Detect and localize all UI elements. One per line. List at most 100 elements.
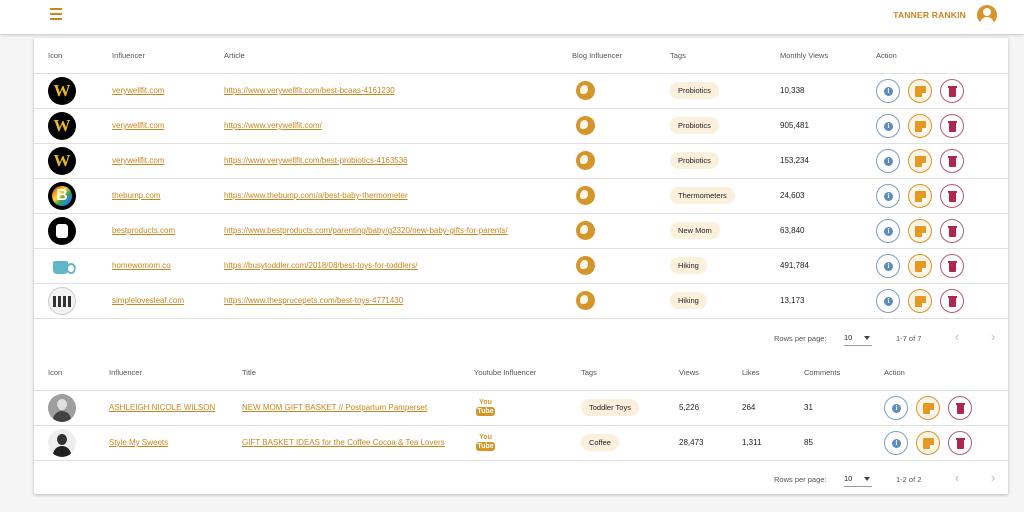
edit-icon[interactable] — [916, 395, 940, 420]
influencer-link[interactable]: verywellfit.com — [112, 86, 164, 95]
monthly-views: 13,173 — [780, 296, 805, 305]
youtube-logo-icon[interactable]: You Tube — [476, 434, 495, 451]
info-icon[interactable] — [876, 183, 900, 208]
info-icon[interactable] — [876, 113, 900, 138]
delete-icon[interactable] — [940, 288, 964, 313]
influencer-link[interactable]: Style My Sweets — [109, 438, 168, 447]
column-header-action: Action — [870, 355, 1008, 391]
influencer-card: Icon Influencer Article Blog Influencer … — [34, 38, 1008, 494]
edit-icon[interactable] — [908, 288, 932, 313]
table-row: bestproducts.com https://www.bestproduct… — [34, 213, 1008, 249]
influencer-avatar — [48, 251, 76, 280]
table-row: thebump.com https://www.thebump.com/a/be… — [34, 178, 1008, 214]
edit-icon[interactable] — [908, 183, 932, 208]
globe-icon[interactable] — [576, 221, 595, 240]
table-row: verywellfit.com https://www.verywellfit.… — [34, 108, 1008, 144]
info-icon[interactable] — [876, 78, 900, 103]
globe-icon[interactable] — [576, 186, 595, 205]
delete-icon[interactable] — [940, 113, 964, 138]
views: 28,473 — [679, 438, 704, 447]
edit-icon[interactable] — [908, 113, 932, 138]
globe-icon[interactable] — [576, 291, 595, 310]
table-header-row: Icon Influencer Title Youtube Influencer… — [34, 355, 1008, 391]
rows-per-page-select[interactable]: 10 — [844, 471, 872, 487]
info-icon[interactable] — [884, 395, 908, 420]
article-link[interactable]: https://www.verywellfit.com/ — [224, 121, 322, 130]
info-icon[interactable] — [876, 253, 900, 278]
monthly-views: 153,234 — [780, 156, 809, 165]
column-header-influencer: Influencer — [95, 355, 228, 391]
edit-icon[interactable] — [908, 78, 932, 103]
column-header-tags: Tags — [567, 355, 665, 391]
video-title-link[interactable]: GIFT BASKET IDEAS for the Coffee Cocoa &… — [242, 438, 445, 447]
influencer-link[interactable]: verywellfit.com — [112, 121, 164, 130]
influencer-link[interactable]: thebump.com — [112, 191, 160, 200]
influencer-link[interactable]: bestproducts.com — [112, 226, 175, 235]
comments: 85 — [804, 438, 813, 447]
info-icon[interactable] — [876, 218, 900, 243]
column-header-blog-influencer: Blog Influencer — [558, 38, 656, 74]
youtube-logo-icon[interactable]: You Tube — [476, 399, 495, 416]
tag-chip: Probiotics — [670, 152, 719, 169]
rows-per-page-value: 10 — [844, 474, 853, 483]
edit-icon[interactable] — [908, 253, 932, 278]
delete-icon[interactable] — [940, 253, 964, 278]
influencer-link[interactable]: verywellfit.com — [112, 156, 164, 165]
delete-icon[interactable] — [940, 183, 964, 208]
chevron-right-icon[interactable]: › — [986, 330, 1000, 344]
dropdown-arrow-icon — [864, 336, 870, 340]
chevron-left-icon[interactable]: ‹ — [950, 471, 964, 485]
globe-icon[interactable] — [576, 151, 595, 170]
column-header-comments: Comments — [790, 355, 870, 391]
article-link[interactable]: https://www.thesprucepets.com/best-toys-… — [224, 296, 403, 305]
user-name[interactable]: TANNER RANKIN — [893, 10, 966, 20]
chevron-left-icon[interactable]: ‹ — [950, 330, 964, 344]
edit-icon[interactable] — [916, 430, 940, 455]
top-app-bar: TANNER RANKIN — [0, 0, 1024, 34]
delete-icon[interactable] — [948, 395, 972, 420]
info-icon[interactable] — [876, 288, 900, 313]
article-link[interactable]: https://www.verywellfit.com/best-probiot… — [224, 156, 408, 165]
likes: 1,311 — [742, 438, 762, 447]
influencer-link[interactable]: ASHLEIGH NICOLE WILSON — [109, 403, 215, 412]
likes: 264 — [742, 403, 756, 412]
edit-icon[interactable] — [908, 218, 932, 243]
column-header-article: Article — [210, 38, 558, 74]
column-header-action: Action — [862, 38, 1008, 74]
table-header-row: Icon Influencer Article Blog Influencer … — [34, 38, 1008, 74]
youtube-influencer-table: Icon Influencer Title Youtube Influencer… — [34, 355, 1008, 461]
account-circle-icon[interactable] — [977, 5, 997, 25]
influencer-avatar — [48, 286, 76, 315]
column-header-monthly-views: Monthly Views — [766, 38, 862, 74]
influencer-link[interactable]: simplelovesleaf.com — [112, 296, 184, 305]
influencer-avatar — [48, 216, 76, 245]
delete-icon[interactable] — [940, 78, 964, 103]
delete-icon[interactable] — [940, 148, 964, 173]
hamburger-menu-icon[interactable] — [50, 8, 68, 22]
delete-icon[interactable] — [940, 218, 964, 243]
tag-chip: Toddler Toys — [581, 399, 639, 416]
chevron-right-icon[interactable]: › — [986, 471, 1000, 485]
globe-icon[interactable] — [576, 116, 595, 135]
info-icon[interactable] — [876, 148, 900, 173]
table-row: ASHLEIGH NICOLE WILSON NEW MOM GIFT BASK… — [34, 390, 1008, 426]
tag-chip: Hiking — [670, 257, 707, 274]
globe-icon[interactable] — [576, 81, 595, 100]
rows-per-page-select[interactable]: 10 — [844, 330, 872, 346]
column-header-icon: Icon — [34, 38, 98, 74]
article-link[interactable]: https://www.thebump.com/a/best-baby-ther… — [224, 191, 408, 200]
delete-icon[interactable] — [948, 430, 972, 455]
table-row: verywellfit.com https://www.verywellfit.… — [34, 73, 1008, 109]
table-row: simplelovesleaf.com https://www.thespruc… — [34, 283, 1008, 319]
tag-chip: Hiking — [670, 292, 707, 309]
article-link[interactable]: https://busytoddler.com/2018/08/best-toy… — [224, 261, 417, 270]
globe-icon[interactable] — [576, 256, 595, 275]
article-link[interactable]: https://www.verywellfit.com/best-bcaas-4… — [224, 86, 395, 95]
info-icon[interactable] — [884, 430, 908, 455]
influencer-link[interactable]: homewomom.co — [112, 261, 171, 270]
edit-icon[interactable] — [908, 148, 932, 173]
tag-chip: Coffee — [581, 434, 619, 451]
video-title-link[interactable]: NEW MOM GIFT BASKET // Postpartum Pamper… — [242, 403, 427, 412]
views: 5,226 — [679, 403, 700, 412]
article-link[interactable]: https://www.bestproducts.com/parenting/b… — [224, 226, 508, 235]
